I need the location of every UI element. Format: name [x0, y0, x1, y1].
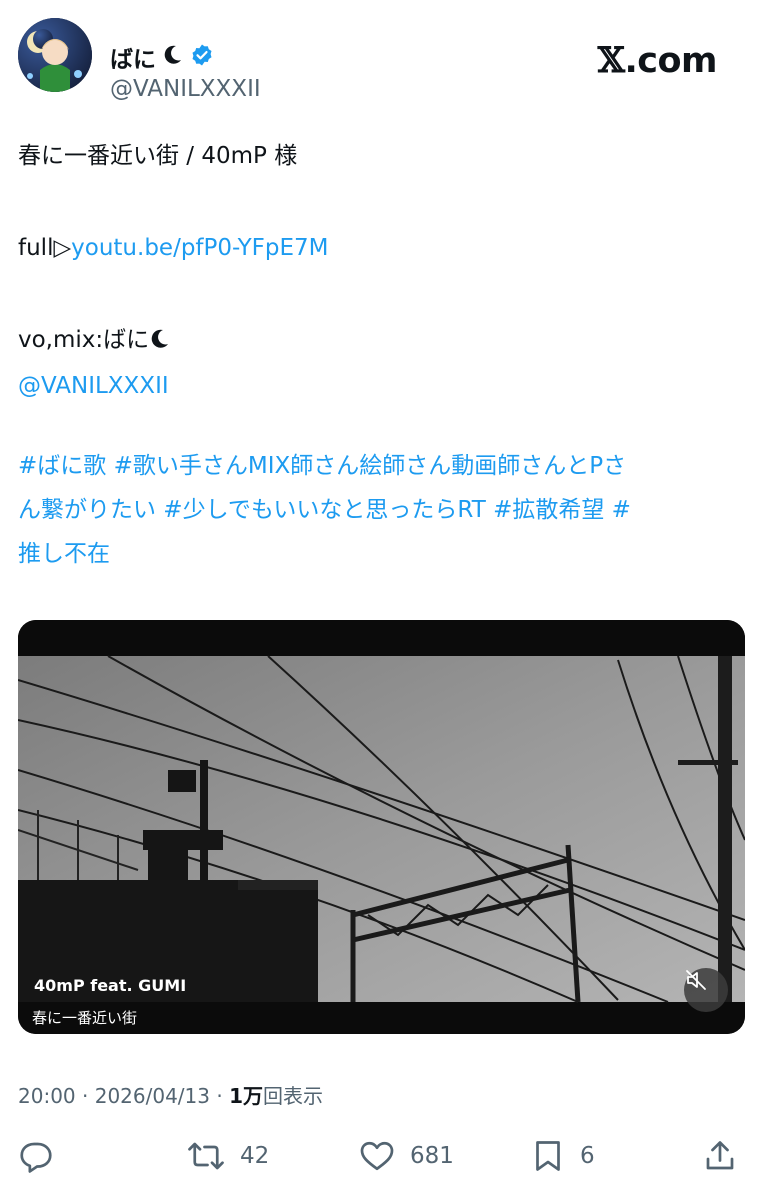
action-bar: 42 681 6: [18, 1138, 745, 1182]
tweet-date[interactable]: 2026/04/13: [95, 1084, 210, 1108]
video-frame: [18, 620, 745, 1034]
hashtags-line-1[interactable]: #ばに歌 #歌い手さんMIX師さん絵師さん動画師さんとPさ: [18, 444, 748, 488]
site-domain: .com: [624, 41, 717, 81]
hashtags-line-3[interactable]: 推し不在: [18, 532, 748, 576]
mention-link[interactable]: @VANILXXXII: [18, 366, 748, 406]
tweet-meta: 20:00 · 2026/04/13 · 1万回表示: [18, 1080, 323, 1109]
share-icon: [702, 1138, 738, 1174]
bookmark-button[interactable]: 6: [530, 1138, 595, 1174]
repost-icon: [186, 1138, 226, 1174]
mute-button[interactable]: [684, 968, 728, 1012]
youtube-link[interactable]: youtu.be/pfP0-YFpE7M: [71, 235, 328, 261]
author-handle[interactable]: @VANILXXXII: [110, 76, 261, 102]
avatar[interactable]: [18, 18, 92, 92]
video-caption-artist: 40mP feat. GUMI: [34, 976, 187, 995]
full-prefix: full▷: [18, 235, 72, 261]
meta-separator: ·: [216, 1084, 223, 1108]
video-caption-title: 春に一番近い街: [32, 1009, 138, 1027]
repost-count: 42: [240, 1143, 270, 1169]
tweet-line-title: 春に一番近い街 / 40mP 様: [18, 143, 298, 169]
tweet-text: 春に一番近い街 / 40mP 様 full▷youtu.be/pfP0-YFpE…: [18, 136, 748, 576]
display-name[interactable]: ばに: [110, 40, 156, 74]
heart-icon: [358, 1138, 396, 1174]
hashtags-line-2[interactable]: ん繋がりたい #少しでもいいなと思ったらRT #拡散希望 #: [18, 488, 748, 532]
views-label: 回表示: [263, 1084, 323, 1108]
crescent-moon-icon: [164, 45, 182, 69]
crescent-moon-icon: [149, 327, 169, 353]
repost-button[interactable]: 42: [186, 1138, 269, 1174]
tweet-time[interactable]: 20:00: [18, 1084, 76, 1108]
x-mark-icon: 𝕏: [597, 40, 625, 81]
reply-icon: [18, 1138, 54, 1174]
share-button[interactable]: [702, 1138, 738, 1174]
meta-separator: ·: [82, 1084, 89, 1108]
like-count: 681: [410, 1143, 454, 1169]
views-count: 1万: [229, 1084, 263, 1108]
bookmark-icon: [530, 1138, 566, 1174]
credit-text: vo,mix:ばに: [18, 327, 150, 353]
reply-button[interactable]: [18, 1138, 54, 1174]
bookmark-count: 6: [580, 1143, 595, 1169]
tweet-header: ばに @VANILXXXII 𝕏.com: [18, 18, 745, 102]
verified-badge-icon: [190, 43, 214, 71]
x-logo: 𝕏.com: [597, 40, 718, 81]
video-player[interactable]: 40mP feat. GUMI 春に一番近い街: [18, 620, 745, 1034]
like-button[interactable]: 681: [358, 1138, 454, 1174]
